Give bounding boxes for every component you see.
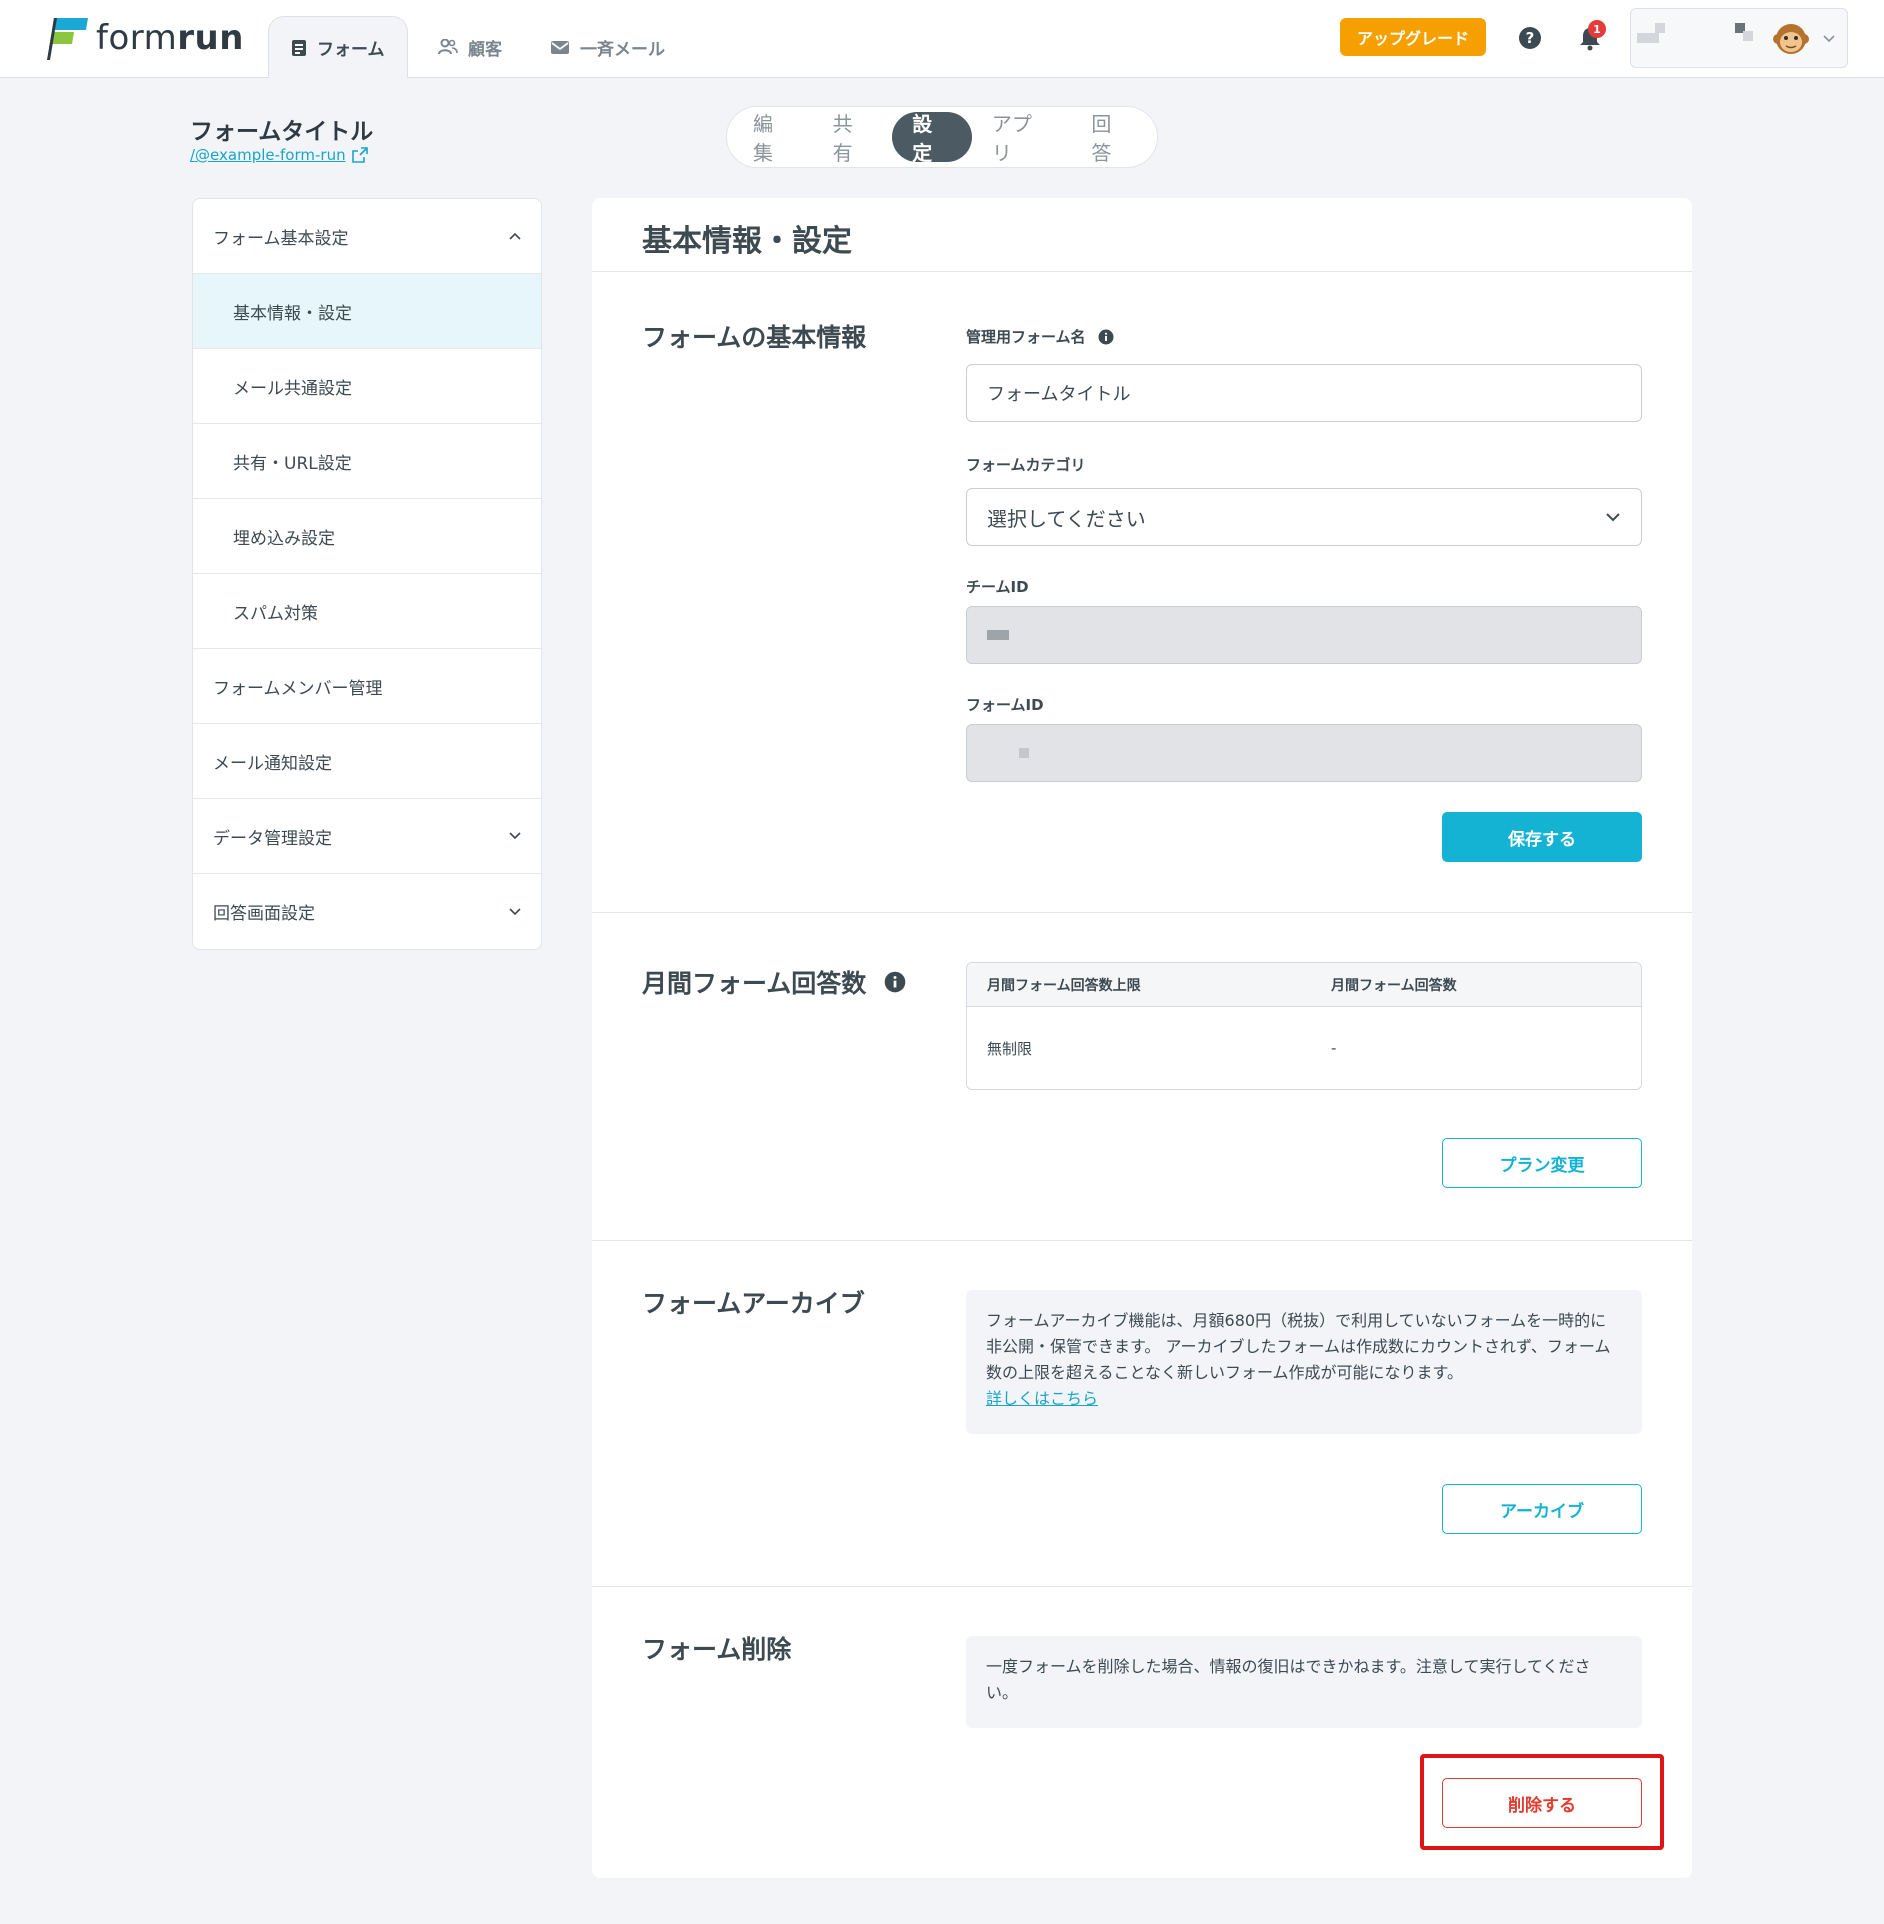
column-header: 月間フォーム回答数 xyxy=(1331,977,1457,994)
sidebar-item-label: メール共通設定 xyxy=(233,378,352,399)
delete-notice: 一度フォームを削除した場合、情報の復旧はできかねます。注意して実行してください。 xyxy=(966,1636,1642,1728)
section-title-basic: フォームの基本情報 xyxy=(642,323,867,352)
document-icon xyxy=(292,39,306,56)
info-icon[interactable] xyxy=(1098,329,1114,345)
form-id-label: フォームID xyxy=(966,696,1044,714)
sidebar-item-label: データ管理設定 xyxy=(213,828,332,849)
chevron-down-icon xyxy=(509,907,521,915)
chevron-up-icon xyxy=(509,232,521,240)
redacted-value xyxy=(987,630,1009,640)
quota-table: 月間フォーム回答数上限 月間フォーム回答数 無制限 - xyxy=(966,962,1642,1090)
quota-count-value: - xyxy=(1331,1039,1337,1057)
sidebar-item-form-basic[interactable]: フォーム基本設定 xyxy=(193,199,541,274)
section-title-delete: フォーム削除 xyxy=(642,1635,792,1664)
help-icon[interactable]: ? xyxy=(1518,26,1542,50)
divider xyxy=(592,1240,1692,1241)
form-title: フォームタイトル xyxy=(190,119,374,145)
team-id-label: チームID xyxy=(966,578,1029,596)
nav-tab-label: 一斉メール xyxy=(580,39,665,60)
section-title-quota: 月間フォーム回答数 xyxy=(642,964,906,1000)
save-button[interactable]: 保存する xyxy=(1442,812,1642,862)
svg-text:?: ? xyxy=(1526,29,1535,47)
admin-form-name-input[interactable]: フォームタイトル xyxy=(966,364,1642,422)
mail-icon xyxy=(551,41,569,54)
flag-logo-icon xyxy=(47,18,88,60)
divider xyxy=(592,1586,1692,1587)
sidebar-item-spam[interactable]: スパム対策 xyxy=(193,574,541,649)
nav-tab-label: 顧客 xyxy=(468,39,502,60)
sidebar-item-mail-common[interactable]: メール共通設定 xyxy=(193,349,541,424)
column-header: 月間フォーム回答数上限 xyxy=(987,977,1141,994)
sidebar-item-label: フォーム基本設定 xyxy=(213,228,349,249)
top-header: formrun フォーム 顧客 一斉メール アップグレード ? 1 xyxy=(0,0,1884,78)
nav-tab-forms[interactable]: フォーム xyxy=(268,16,408,78)
users-icon xyxy=(438,39,458,55)
tab-responses[interactable]: 回答 xyxy=(1071,112,1151,165)
sidebar-item-embed[interactable]: 埋め込み設定 xyxy=(193,499,541,574)
sidebar-item-share-url[interactable]: 共有・URL設定 xyxy=(193,424,541,499)
section-title-archive: フォームアーカイブ xyxy=(642,1289,865,1318)
nav-tab-customers[interactable]: 顧客 xyxy=(438,16,502,78)
divider xyxy=(592,271,1692,272)
tab-apps[interactable]: アプリ xyxy=(972,112,1071,165)
sidebar-item-mail-notify[interactable]: メール通知設定 xyxy=(193,724,541,799)
redacted-value xyxy=(1019,748,1029,758)
archive-notice: フォームアーカイブ機能は、月額680円（税抜）で利用していないフォームを一時的に… xyxy=(966,1290,1642,1434)
category-select-value: 選択してください xyxy=(987,506,1146,531)
chevron-down-icon xyxy=(1606,513,1620,522)
sidebar-item-answer-screen[interactable]: 回答画面設定 xyxy=(193,874,541,949)
sidebar-item-label: 埋め込み設定 xyxy=(233,528,335,549)
form-slug-text: /@example-form-run xyxy=(190,146,346,164)
admin-name-label: 管理用フォーム名 xyxy=(966,326,1114,347)
settings-card: 基本情報・設定 フォームの基本情報 管理用フォーム名 フォームタイトル フォーム… xyxy=(592,198,1692,1878)
archive-button[interactable]: アーカイブ xyxy=(1442,1484,1642,1534)
notification-badge: 1 xyxy=(1588,20,1606,38)
form-id-field xyxy=(966,724,1642,782)
sidebar-item-label: 共有・URL設定 xyxy=(233,453,352,474)
chevron-down-icon xyxy=(1823,35,1835,43)
info-icon[interactable] xyxy=(884,971,906,993)
team-id-field xyxy=(966,606,1642,664)
upgrade-button[interactable]: アップグレード xyxy=(1340,18,1486,56)
sidebar-item-label: スパム対策 xyxy=(233,603,318,624)
sidebar-item-data-management[interactable]: データ管理設定 xyxy=(193,799,541,874)
category-select[interactable]: 選択してください xyxy=(966,488,1642,546)
logo-text: formrun xyxy=(96,18,244,58)
divider xyxy=(592,912,1692,913)
archive-notice-text: フォームアーカイブ機能は、月額680円（税抜）で利用していないフォームを一時的に… xyxy=(986,1311,1611,1382)
table-row: 無制限 - xyxy=(967,1007,1641,1089)
tab-share[interactable]: 共有 xyxy=(813,112,893,165)
archive-details-link[interactable]: 詳しくはこちら xyxy=(986,1389,1098,1408)
monkey-avatar-icon xyxy=(1773,24,1809,54)
sidebar-item-basic-info[interactable]: 基本情報・設定 xyxy=(193,274,541,349)
external-link-icon xyxy=(351,147,368,163)
tab-settings[interactable]: 設定 xyxy=(892,112,972,165)
sidebar-item-label: メール通知設定 xyxy=(213,753,332,774)
redacted-avatar-block xyxy=(1637,33,1659,43)
quota-limit-value: 無制限 xyxy=(987,1039,1033,1058)
sidebar-item-members[interactable]: フォームメンバー管理 xyxy=(193,649,541,724)
sidebar-item-label: フォームメンバー管理 xyxy=(213,678,383,699)
nav-tab-label: フォーム xyxy=(317,40,385,60)
nav-tab-bulk-mail[interactable]: 一斉メール xyxy=(550,16,665,78)
category-label: フォームカテゴリ xyxy=(966,456,1086,474)
settings-sidebar: フォーム基本設定 基本情報・設定 メール共通設定 共有・URL設定 埋め込み設定… xyxy=(192,198,542,950)
sidebar-item-label: 基本情報・設定 xyxy=(233,303,352,324)
tab-edit[interactable]: 編集 xyxy=(733,112,813,165)
table-header: 月間フォーム回答数上限 月間フォーム回答数 xyxy=(967,963,1641,1007)
page-title: 基本情報・設定 xyxy=(642,224,852,259)
mode-tabs: 編集 共有 設定 アプリ 回答 xyxy=(726,106,1158,168)
redacted-avatar-block xyxy=(1655,23,1665,33)
chevron-down-icon xyxy=(509,832,521,840)
account-menu[interactable] xyxy=(1630,8,1848,68)
redacted-avatar-block xyxy=(1743,31,1753,41)
sidebar-item-label: 回答画面設定 xyxy=(213,904,315,924)
delete-button[interactable]: 削除する xyxy=(1442,1778,1642,1828)
formrun-logo[interactable]: formrun xyxy=(44,16,244,60)
change-plan-button[interactable]: プラン変更 xyxy=(1442,1138,1642,1188)
form-url-link[interactable]: /@example-form-run xyxy=(190,146,368,164)
